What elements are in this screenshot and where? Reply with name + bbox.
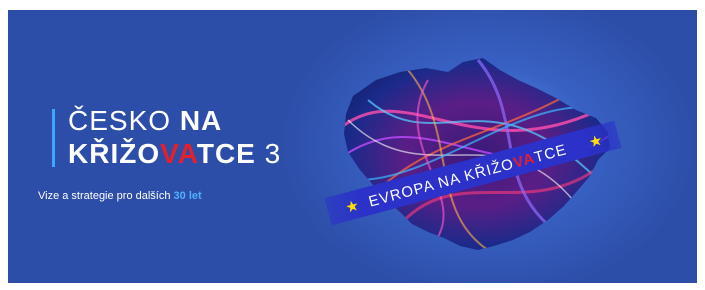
banner: ČESKO NA KŘIŽOVATCE 3 Vize a strategie p… [8, 10, 697, 283]
czech-map-artwork: ★ EVROPA NA KŘIŽOVATCE ★ [324, 58, 622, 250]
